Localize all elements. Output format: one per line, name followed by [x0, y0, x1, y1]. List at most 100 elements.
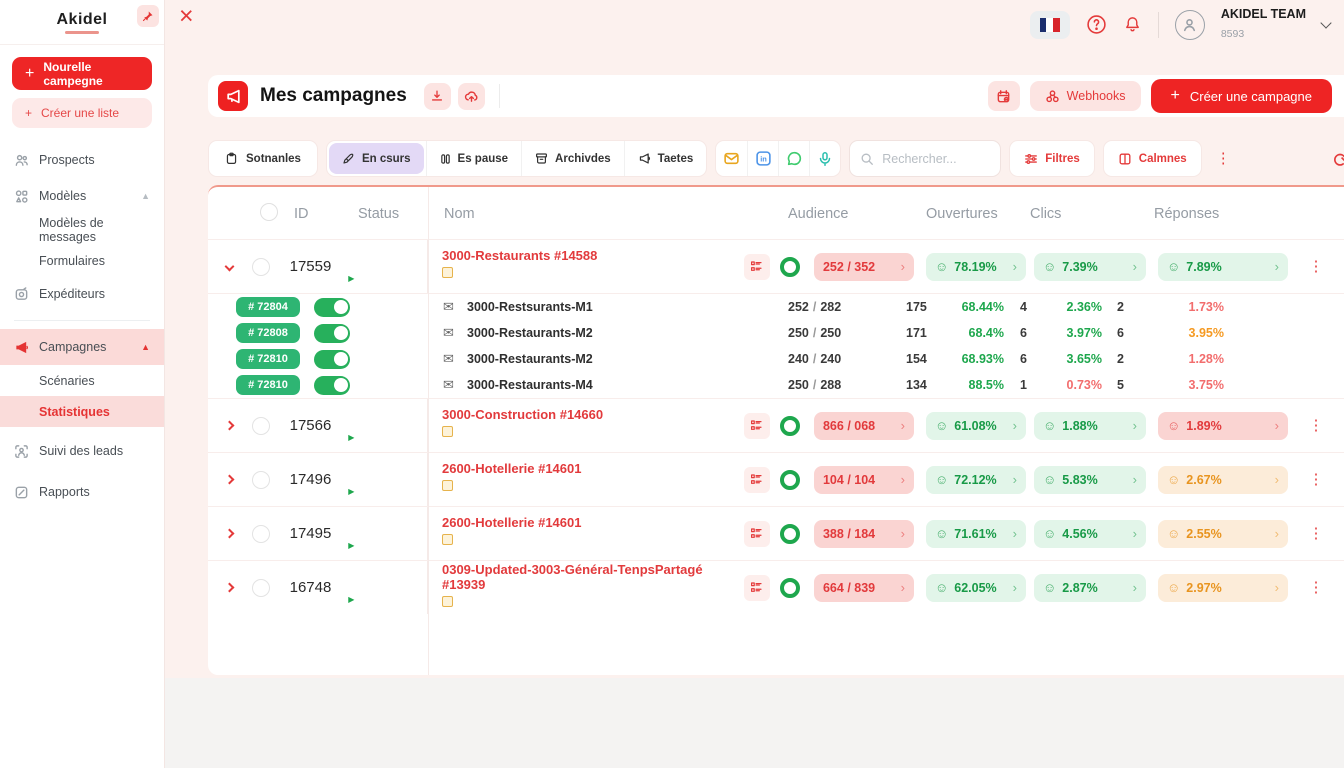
- note-icon: [442, 426, 453, 437]
- open-rate-pill[interactable]: ☺71.61%›: [926, 520, 1026, 548]
- audience-pill[interactable]: 664 / 839›: [814, 574, 914, 602]
- topbar-divider: [1158, 12, 1159, 38]
- tab-in-progress[interactable]: En csurs: [329, 143, 424, 174]
- tab-scenarios[interactable]: Sotnanles: [208, 140, 318, 177]
- tab-all[interactable]: Taetes: [624, 141, 707, 176]
- response-rate-pill[interactable]: ☺1.89%›: [1158, 412, 1288, 440]
- row-checkbox[interactable]: [252, 579, 290, 597]
- campaign-name-link[interactable]: 3000-Restaurants #14588: [442, 249, 744, 264]
- chevron-down-icon[interactable]: [1320, 17, 1331, 28]
- tasklist-button[interactable]: [744, 521, 780, 547]
- open-rate-pill[interactable]: ☺62.05%›: [926, 574, 1026, 602]
- message-toggle[interactable]: [314, 324, 350, 343]
- response-rate-pill[interactable]: ☺7.89%›: [1158, 253, 1288, 281]
- sidebar-item-scenarios[interactable]: Scénaries: [0, 365, 164, 396]
- response-rate-pill[interactable]: ☺2.67%›: [1158, 466, 1288, 494]
- tasklist-button[interactable]: [744, 575, 780, 601]
- sidebar-item-models[interactable]: Modèles ▲: [0, 178, 164, 214]
- sidebar-item-campaigns[interactable]: Campagnes ▲: [0, 329, 164, 365]
- new-campaign-button[interactable]: + Nourelle campegne: [12, 57, 152, 90]
- archive-icon: [535, 152, 548, 165]
- row-checkbox[interactable]: [252, 525, 290, 543]
- sidebar-item-statistics[interactable]: Statistiques: [0, 396, 164, 427]
- campaign-name-link[interactable]: 2600-Hotellerie #14601: [442, 516, 744, 531]
- audience-pill[interactable]: 104 / 104›: [814, 466, 914, 494]
- row-checkbox[interactable]: [252, 471, 290, 489]
- close-icon[interactable]: ×: [179, 4, 194, 29]
- plus-icon: +: [1171, 87, 1180, 105]
- message-toggle[interactable]: [314, 298, 350, 317]
- sidebar-item-model-messages[interactable]: Modèles de messages: [0, 214, 164, 245]
- tab-archived[interactable]: Archivdes: [521, 141, 624, 176]
- row-kebab-menu[interactable]: ⋮: [1288, 421, 1344, 430]
- expand-chevron[interactable]: [208, 422, 252, 429]
- notifications-bell-icon[interactable]: [1123, 15, 1142, 34]
- sidebar-item-prospects[interactable]: Prospects: [0, 142, 164, 178]
- create-campaign-button[interactable]: + Créer une campagne: [1151, 79, 1332, 113]
- sidebar-item-leads[interactable]: Suivi des leads: [0, 433, 164, 469]
- click-rate-pill[interactable]: ☺4.56%›: [1034, 520, 1146, 548]
- row-kebab-menu[interactable]: ⋮: [1288, 583, 1344, 592]
- click-rate-pill[interactable]: ☺2.87%›: [1034, 574, 1146, 602]
- expand-chevron[interactable]: [208, 476, 252, 483]
- team-name: AKIDEL TEAM: [1221, 7, 1306, 23]
- click-rate-pill[interactable]: ☺7.39%›: [1034, 253, 1146, 281]
- audience-pill[interactable]: 866 / 068›: [814, 412, 914, 440]
- sidebar-header: Akidel: [0, 0, 164, 45]
- create-list-button[interactable]: + Créer une liste: [12, 98, 152, 128]
- row-kebab-menu[interactable]: ⋮: [1288, 475, 1344, 484]
- webhooks-button[interactable]: Webhooks: [1030, 81, 1141, 111]
- select-all-checkbox[interactable]: [260, 203, 278, 221]
- sidebar-item-forms[interactable]: Formulaires: [0, 245, 164, 276]
- campaign-name-link[interactable]: 3000-Construction #14660: [442, 408, 744, 423]
- search-input[interactable]: [882, 152, 982, 166]
- tasklist-button[interactable]: [744, 467, 780, 493]
- row-checkbox[interactable]: [252, 417, 290, 435]
- upload-cloud-button[interactable]: [458, 83, 485, 110]
- sidebar-item-label: Statistiques: [39, 405, 110, 419]
- response-rate-pill[interactable]: ☺2.97%›: [1158, 574, 1288, 602]
- response-rate-pill[interactable]: ☺2.55%›: [1158, 520, 1288, 548]
- avatar[interactable]: [1175, 10, 1205, 40]
- voice-channel-icon[interactable]: [809, 141, 840, 176]
- download-button[interactable]: [424, 83, 451, 110]
- help-icon[interactable]: [1086, 14, 1107, 35]
- tasklist-button[interactable]: [744, 254, 780, 280]
- open-rate-pill[interactable]: ☺61.08%›: [926, 412, 1026, 440]
- message-toggle[interactable]: [314, 376, 350, 395]
- page-header: Mes campagnes Webhooks + Créer une campa…: [208, 75, 1344, 117]
- language-selector[interactable]: [1030, 11, 1070, 39]
- open-rate-pill[interactable]: ☺78.19%›: [926, 253, 1026, 281]
- sidebar-item-reports[interactable]: Rapports: [0, 474, 164, 510]
- calendar-button[interactable]: [988, 81, 1020, 111]
- pin-sidebar-button[interactable]: [137, 5, 159, 27]
- row-checkbox[interactable]: [252, 258, 290, 276]
- row-kebab-menu[interactable]: ⋮: [1288, 262, 1344, 271]
- expand-chevron[interactable]: [208, 584, 252, 591]
- email-channel-icon[interactable]: [716, 141, 747, 176]
- campaign-name-link[interactable]: 2600-Hotellerie #14601: [442, 462, 744, 477]
- click-rate-pill[interactable]: ☺5.83%›: [1034, 466, 1146, 494]
- row-kebab-menu[interactable]: ⋮: [1288, 529, 1344, 538]
- table-row: 17559 ▶ 3000-Restaurants #14588 252 / 35…: [208, 239, 1344, 293]
- tab-paused[interactable]: Es pause: [426, 141, 522, 176]
- click-rate-pill[interactable]: ☺1.88%›: [1034, 412, 1146, 440]
- filters-button[interactable]: Filtres: [1009, 140, 1095, 177]
- message-toggle[interactable]: [314, 350, 350, 369]
- open-rate-pill[interactable]: ☺72.12%›: [926, 466, 1026, 494]
- tasklist-button[interactable]: [744, 413, 780, 439]
- audience-pill[interactable]: 388 / 184›: [814, 520, 914, 548]
- linkedin-channel-icon[interactable]: in: [747, 141, 778, 176]
- message-id-badge: # 72808: [236, 323, 300, 343]
- audience-pill[interactable]: 252 / 352›: [814, 253, 914, 281]
- toolbar-kebab-menu[interactable]: ⋮: [1216, 154, 1231, 163]
- campaign-name-link[interactable]: 0309-Updated-3003-Général-TenpsPartagé #…: [442, 563, 744, 593]
- columns-button[interactable]: Calmnes: [1103, 140, 1202, 177]
- sidebar-item-senders[interactable]: Expéditeurs: [0, 276, 164, 312]
- collapse-chevron[interactable]: [208, 263, 252, 270]
- refresh-icon[interactable]: ⟳: [1333, 148, 1344, 173]
- progress-ring: [780, 578, 814, 598]
- chat-channel-icon[interactable]: [778, 141, 809, 176]
- expand-chevron[interactable]: [208, 530, 252, 537]
- message-name: 3000-Restaurants-M2: [467, 352, 788, 366]
